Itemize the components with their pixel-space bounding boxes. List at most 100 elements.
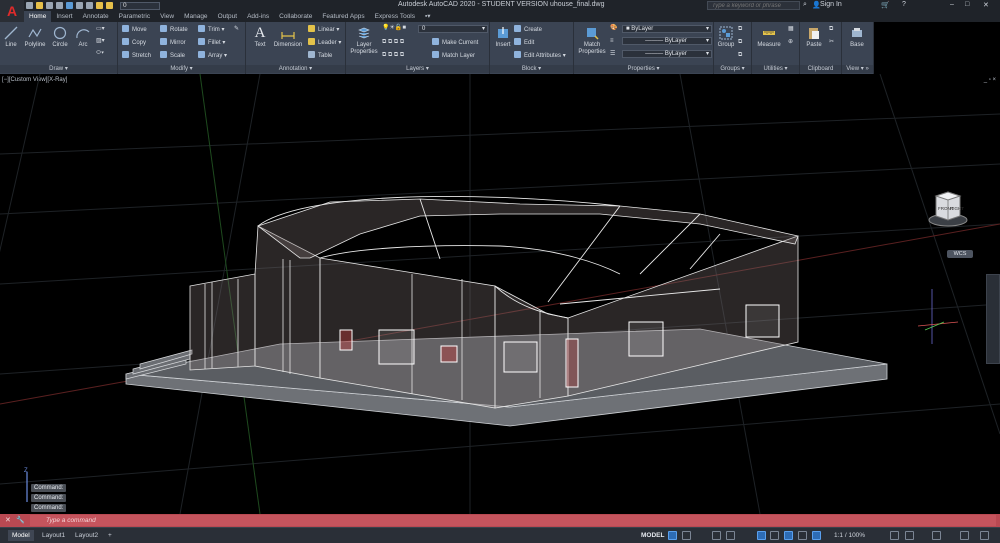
drawing-viewport[interactable]: [−][Custom View][X-Ray] _ ▫ × Z FRONT RI…	[0, 74, 1000, 514]
trim-button[interactable]: Trim ▾	[198, 25, 224, 34]
snap-toggle-icon[interactable]	[682, 531, 691, 540]
ellipse-icon[interactable]: ⬭▾	[96, 49, 104, 58]
layer-dropdown[interactable]: 0 ▾	[418, 25, 488, 33]
maximize-icon[interactable]: □	[965, 1, 969, 8]
plus-icon[interactable]	[905, 531, 914, 540]
save-icon[interactable]	[46, 2, 53, 9]
tab-parametric[interactable]: Parametric	[114, 11, 155, 22]
color-dropdown[interactable]: ■ ByLayer ▾	[622, 25, 712, 33]
tab-express-tools[interactable]: Express Tools	[370, 11, 420, 22]
annotation-scale[interactable]: 1:1 / 100%	[834, 532, 865, 539]
workspace-gear-icon[interactable]	[890, 531, 899, 540]
grid-toggle-icon[interactable]	[668, 531, 677, 540]
tab-featured-apps[interactable]: Featured Apps	[317, 11, 369, 22]
tab-output[interactable]: Output	[213, 11, 243, 22]
command-customize-icon[interactable]: 🔧	[16, 516, 25, 524]
plot-icon[interactable]	[66, 2, 73, 9]
minimize-icon[interactable]: –	[950, 1, 954, 8]
model-space-toggle[interactable]: MODEL	[641, 532, 664, 539]
tab-home[interactable]: Home	[24, 11, 52, 22]
annotation-visibility-icon[interactable]	[812, 531, 821, 540]
linetype-dropdown[interactable]: ——— ByLayer ▾	[622, 37, 712, 45]
lineweight-toggle-icon[interactable]	[798, 531, 807, 540]
rotate-button[interactable]: Rotate	[160, 25, 188, 34]
application-menu-button[interactable]: A	[0, 0, 24, 22]
group-button[interactable]: Group	[715, 26, 737, 49]
ortho-toggle-icon[interactable]	[712, 531, 721, 540]
customization-menu-icon[interactable]	[980, 531, 989, 540]
isodraft-toggle-icon[interactable]	[757, 531, 766, 540]
edit-block-button[interactable]: Edit	[514, 38, 534, 47]
copy-clip-icon[interactable]: ⧉	[829, 25, 833, 34]
calculator-icon[interactable]: ▦	[788, 25, 794, 34]
leader-button[interactable]: Leader ▾	[308, 38, 341, 47]
tab-layout1[interactable]: Layout1	[38, 530, 69, 541]
help-icon[interactable]: ?	[902, 1, 906, 8]
erase-icon[interactable]: ✎	[234, 25, 239, 34]
annotation-panel-label[interactable]: Annotation ▾	[246, 65, 345, 73]
tab-layout2[interactable]: Layout2	[71, 530, 102, 541]
create-block-button[interactable]: Create	[514, 25, 542, 34]
base-view-button[interactable]: Base	[844, 26, 870, 49]
scale-button[interactable]: Scale	[160, 51, 185, 60]
block-panel-label[interactable]: Block ▾	[490, 65, 573, 73]
open-icon[interactable]	[36, 2, 43, 9]
tab-view[interactable]: View	[155, 11, 179, 22]
utilities-panel-label[interactable]: Utilities ▾	[752, 65, 799, 73]
table-button[interactable]: Table	[308, 51, 332, 60]
layers-panel-label[interactable]: Layers ▾	[346, 65, 489, 73]
sign-in-link[interactable]: Sign In	[820, 1, 842, 8]
group-edit-icon[interactable]: ⧉	[738, 38, 742, 47]
group-select-icon[interactable]: ⧉	[738, 51, 742, 60]
redo-icon[interactable]	[86, 2, 93, 9]
layer-properties-button[interactable]: Layer Properties	[348, 26, 380, 56]
ungroup-icon[interactable]: ⧉	[738, 25, 742, 34]
lineweight-icon[interactable]: ☰	[610, 50, 615, 59]
osnap-tracking-icon[interactable]	[770, 531, 779, 540]
tab-collaborate[interactable]: Collaborate	[274, 11, 317, 22]
tab-annotate[interactable]: Annotate	[78, 11, 114, 22]
modify-panel-label[interactable]: Modify ▾	[118, 65, 245, 73]
rectangle-icon[interactable]: ▭▾	[96, 25, 105, 34]
linear-button[interactable]: Linear ▾	[308, 25, 339, 34]
new-icon[interactable]	[26, 2, 33, 9]
cart-icon[interactable]: 🛒	[881, 1, 890, 9]
layer-tools-row1[interactable]: ⧉ ⧉ ⧉ ⧉	[382, 38, 404, 47]
linetype-icon[interactable]: ≡	[610, 37, 614, 46]
layer-light-icon[interactable]	[96, 2, 103, 9]
close-icon[interactable]: ✕	[983, 1, 989, 9]
osnap-toggle-icon[interactable]	[784, 531, 793, 540]
insert-button[interactable]: Insert	[492, 26, 514, 49]
stretch-button[interactable]: Stretch	[122, 51, 151, 60]
viewcube[interactable]: FRONT RIGHT	[928, 182, 968, 232]
make-current-button[interactable]: Make Current	[432, 38, 478, 47]
polar-toggle-icon[interactable]	[726, 531, 735, 540]
navigation-bar[interactable]	[986, 274, 1000, 364]
edit-attributes-button[interactable]: Edit Attributes ▾	[514, 51, 566, 60]
properties-panel-label[interactable]: Properties ▾	[574, 65, 713, 73]
view-panel-label[interactable]: View ▾ »	[842, 65, 873, 73]
command-input[interactable]	[30, 515, 996, 526]
mirror-button[interactable]: Mirror	[160, 38, 186, 47]
move-button[interactable]: Move	[122, 25, 147, 34]
measure-button[interactable]: Measure	[754, 26, 784, 49]
id-point-icon[interactable]: ⊕	[788, 38, 793, 47]
dimension-button[interactable]: Dimension	[272, 26, 304, 49]
isolate-objects-icon[interactable]	[932, 531, 941, 540]
arc-button[interactable]: Arc	[74, 26, 92, 49]
hatch-icon[interactable]: ▨▾	[96, 37, 105, 46]
fillet-button[interactable]: Fillet ▾	[198, 38, 225, 47]
tab-manage[interactable]: Manage	[179, 11, 213, 22]
match-layer-button[interactable]: Match Layer	[432, 51, 475, 60]
paste-button[interactable]: Paste	[802, 26, 826, 49]
search-input[interactable]	[707, 1, 800, 10]
groups-panel-label[interactable]: Groups ▾	[714, 65, 751, 73]
wcs-menu[interactable]: WCS	[947, 250, 973, 258]
tab-addins[interactable]: Add-ins	[242, 11, 274, 22]
saveas-icon[interactable]	[56, 2, 63, 9]
color-wheel-icon[interactable]: 🎨	[610, 24, 617, 33]
match-properties-button[interactable]: Match Properties	[576, 26, 608, 56]
tab-model[interactable]: Model	[8, 530, 34, 541]
copy-button[interactable]: Copy	[122, 38, 146, 47]
circle-button[interactable]: Circle	[50, 26, 70, 49]
